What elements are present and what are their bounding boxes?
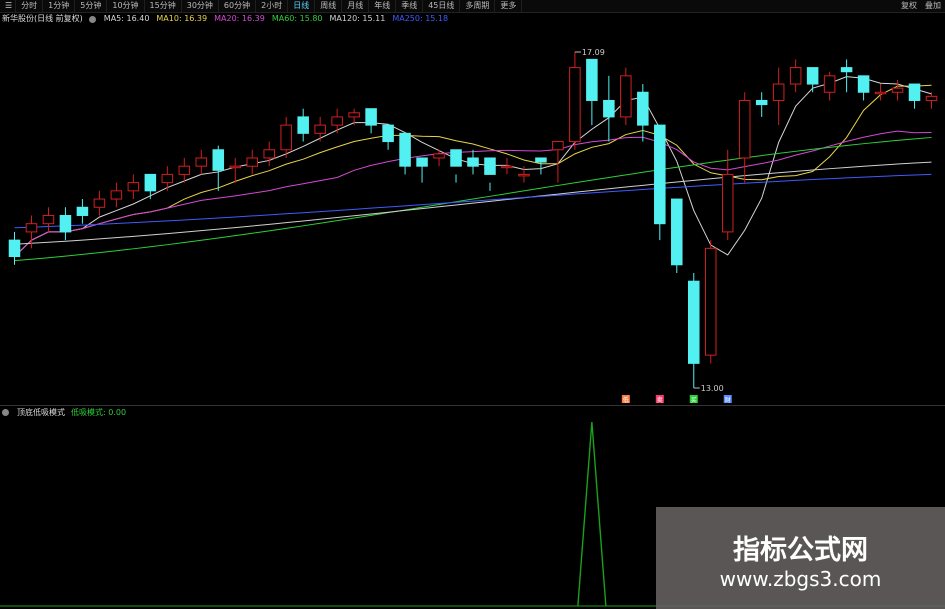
candle-body <box>42 214 55 225</box>
candle-body <box>671 198 683 266</box>
candle-body <box>263 149 275 159</box>
high-label: 17.09 <box>582 48 605 57</box>
candle-body <box>620 75 632 118</box>
candle-body <box>8 239 21 258</box>
candle-body <box>348 112 360 118</box>
candle-body <box>535 157 547 163</box>
indicator-title[interactable]: 顶底低吸模式 <box>17 407 65 418</box>
candle-body <box>195 157 208 167</box>
candle-body <box>25 223 38 233</box>
candle-body <box>755 99 768 106</box>
watermark-title: 指标公式网 <box>733 535 868 566</box>
watermark-url: www.zbgs3.com <box>719 567 882 591</box>
candle-body <box>229 165 242 169</box>
candle-body <box>925 95 938 101</box>
candle-body <box>891 87 904 93</box>
candle-body <box>772 83 785 101</box>
candle-body <box>704 247 717 356</box>
candle-body <box>93 198 106 208</box>
candle-body <box>450 149 462 167</box>
candle-body <box>721 173 734 233</box>
candle-body <box>654 124 666 225</box>
candle-body <box>280 124 292 151</box>
candle-body <box>433 153 445 159</box>
pane-divider[interactable] <box>0 405 945 406</box>
candle-body <box>127 182 140 192</box>
marker-1-label: 卖 <box>657 397 663 404</box>
candle-body <box>178 165 191 175</box>
marker-2-label: 买 <box>691 396 697 404</box>
marker-0-label: 低 <box>623 396 629 404</box>
candle-body <box>76 206 89 216</box>
indicator-legend: 顶底低吸模式 低吸模式: 0.00 <box>2 407 126 418</box>
candle-body <box>857 75 870 93</box>
candle-body <box>399 132 411 167</box>
candle-body <box>416 157 428 167</box>
candle-body <box>246 157 259 167</box>
candle-body <box>110 190 123 200</box>
candle-body <box>467 157 479 167</box>
indicator-value: 低吸模式: 0.00 <box>71 408 127 417</box>
candle-body <box>806 67 819 85</box>
candle-body <box>874 91 887 95</box>
candle-body <box>840 67 853 73</box>
candle-body <box>484 157 496 175</box>
candle-body <box>331 116 343 126</box>
candle-body <box>738 99 751 159</box>
candle-body <box>637 91 649 126</box>
candle-body <box>603 99 615 118</box>
candle-body <box>501 165 513 169</box>
marker-3-label: 财 <box>725 396 731 404</box>
candle-body <box>365 108 377 126</box>
candle-body <box>586 58 598 101</box>
candle-body <box>789 67 802 85</box>
candle-body <box>687 280 700 364</box>
indicator-spike <box>577 421 607 607</box>
candle-body <box>823 75 836 93</box>
low-label: 13.00 <box>701 384 724 393</box>
candle-body <box>382 124 394 143</box>
candle-body <box>552 141 564 151</box>
indicator-gear-icon[interactable] <box>2 409 9 416</box>
candle-body <box>297 116 309 134</box>
candle-body <box>59 214 72 233</box>
candle-body <box>212 149 225 171</box>
candle-body <box>314 124 326 134</box>
candle-body <box>908 83 921 101</box>
candle-body <box>569 67 581 143</box>
candle-body <box>144 173 157 192</box>
candle-body <box>518 173 530 177</box>
candle-body <box>161 173 174 184</box>
watermark: 指标公式网 www.zbgs3.com <box>656 507 945 609</box>
